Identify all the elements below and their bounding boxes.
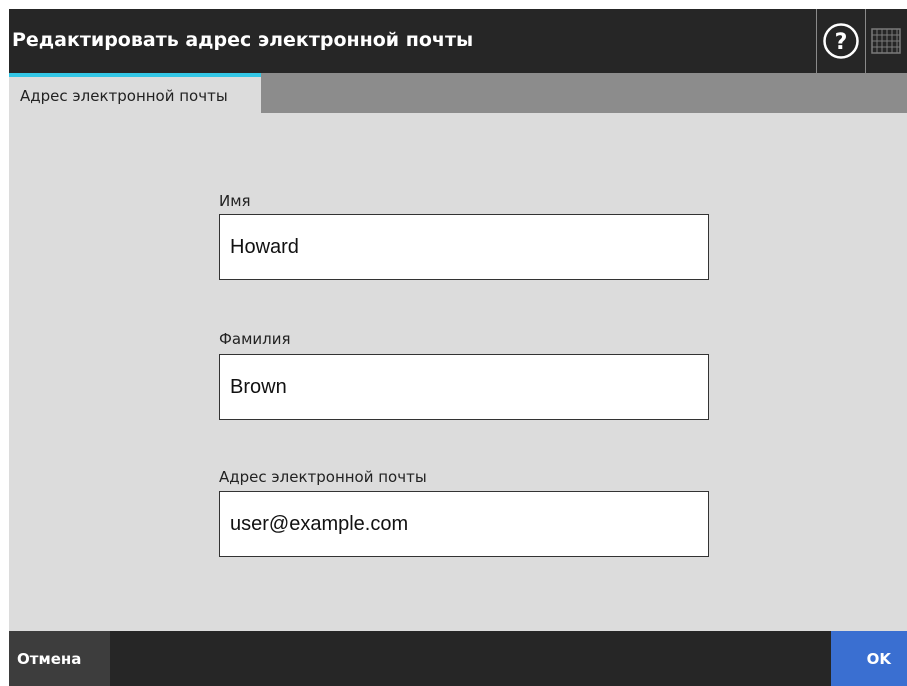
tab-email-address[interactable]: Адрес электронной почты bbox=[9, 73, 261, 113]
tab-label: Адрес электронной почты bbox=[20, 87, 228, 105]
keyboard-icon bbox=[871, 28, 901, 54]
keyboard-button[interactable] bbox=[866, 9, 907, 73]
dialog-window: Редактировать адрес электронной почты ? bbox=[9, 9, 907, 686]
tab-strip: Адрес электронной почты bbox=[9, 73, 907, 113]
first-name-label: Имя bbox=[219, 192, 251, 210]
svg-text:?: ? bbox=[835, 30, 848, 55]
help-icon: ? bbox=[823, 23, 859, 59]
first-name-field[interactable] bbox=[219, 214, 709, 280]
cancel-button[interactable]: Отмена bbox=[9, 631, 110, 686]
help-button[interactable]: ? bbox=[816, 9, 866, 73]
last-name-label: Фамилия bbox=[219, 330, 291, 348]
email-field[interactable] bbox=[219, 491, 709, 557]
last-name-field[interactable] bbox=[219, 354, 709, 420]
email-label: Адрес электронной почты bbox=[219, 468, 427, 486]
page-title: Редактировать адрес электронной почты bbox=[12, 29, 474, 51]
ok-button[interactable]: OK bbox=[831, 631, 907, 686]
title-bar: Редактировать адрес электронной почты ? bbox=[9, 9, 907, 73]
bottom-toolbar: Отмена OK bbox=[9, 631, 907, 686]
